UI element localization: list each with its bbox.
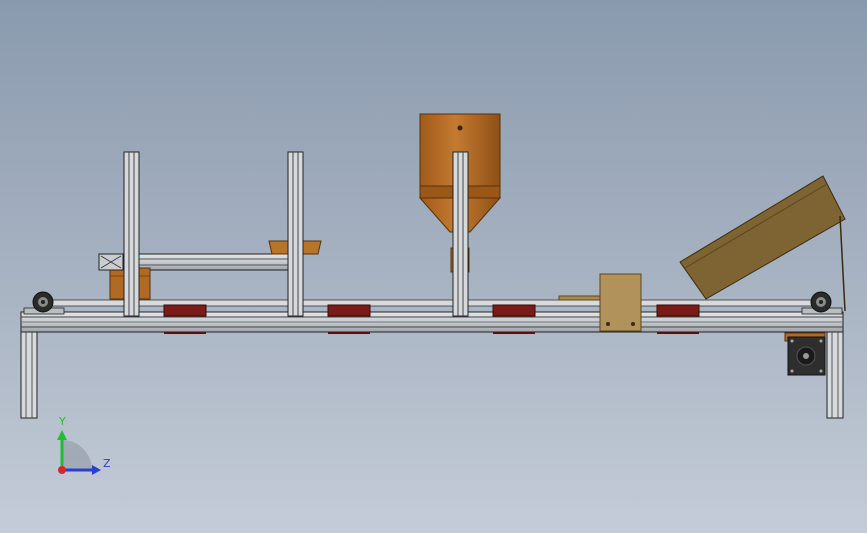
column-middle[interactable] bbox=[287, 151, 304, 317]
guide-rail[interactable] bbox=[558, 295, 604, 301]
x-axis-dot bbox=[58, 466, 66, 474]
orientation-triad[interactable] bbox=[57, 430, 101, 475]
triad-y-label: Y bbox=[59, 415, 66, 428]
left-leg[interactable] bbox=[20, 329, 38, 419]
column-hopper[interactable] bbox=[452, 151, 469, 317]
carrier-pad bbox=[656, 304, 700, 317]
stepper-motor[interactable] bbox=[784, 332, 826, 376]
conveyor-belt[interactable] bbox=[39, 299, 825, 307]
triad-plane bbox=[62, 440, 92, 470]
machine-model[interactable] bbox=[0, 0, 867, 533]
right-leg[interactable] bbox=[826, 329, 844, 419]
discharge-chute[interactable] bbox=[679, 175, 846, 312]
carrier-pad bbox=[163, 304, 207, 317]
conveyor-frame[interactable] bbox=[20, 311, 844, 333]
column-left[interactable] bbox=[123, 151, 140, 317]
mounting-plate[interactable] bbox=[599, 273, 642, 332]
cad-viewport[interactable]: Y Z bbox=[0, 0, 867, 533]
carrier-pad bbox=[327, 304, 371, 317]
sensor-module[interactable] bbox=[98, 253, 124, 271]
cross-beam[interactable] bbox=[129, 253, 299, 271]
carrier-pad bbox=[492, 304, 536, 317]
triad-z-label: Z bbox=[103, 457, 111, 470]
